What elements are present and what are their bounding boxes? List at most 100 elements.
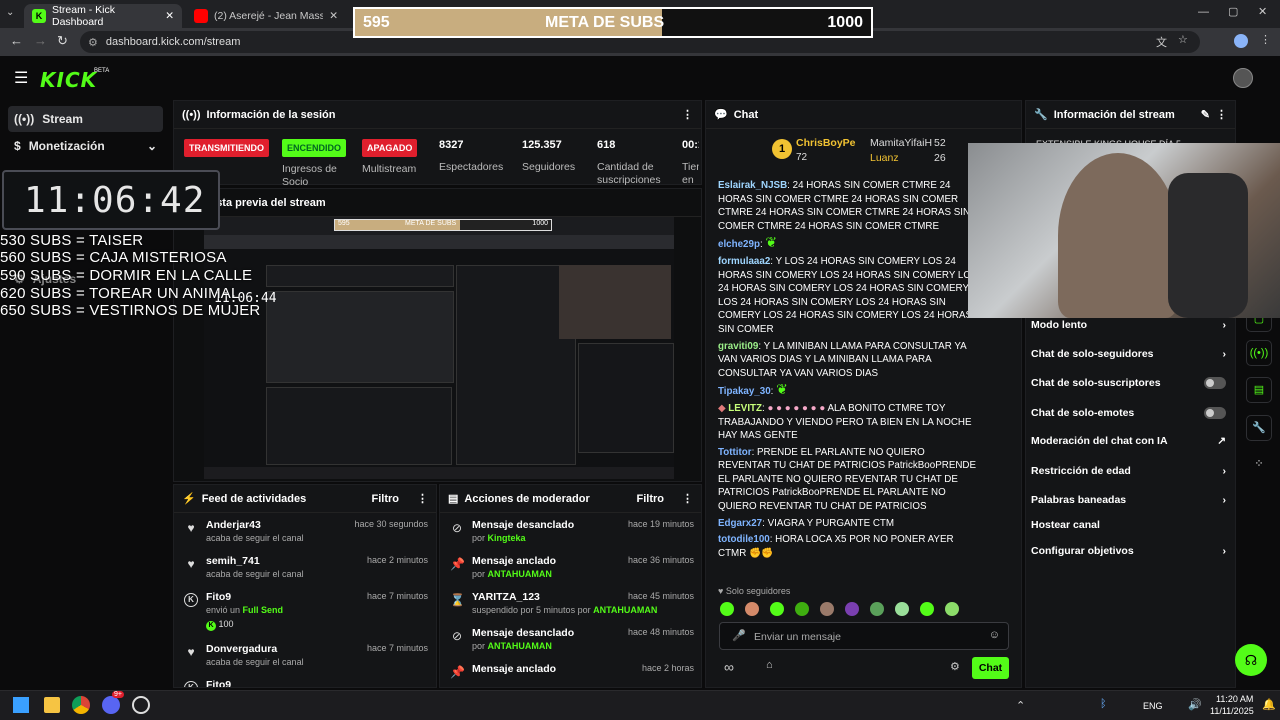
chat-settings-icon[interactable]: ⚙: [950, 660, 960, 673]
list-item: ⊘ Mensaje desanclado por Kingteka hace 1…: [440, 515, 701, 551]
emote-icon[interactable]: [745, 602, 759, 616]
profile-avatar-icon[interactable]: [1234, 34, 1248, 48]
tab-search-icon[interactable]: ⌄: [6, 7, 14, 18]
option-age-restriction[interactable]: Restricción de edad ›: [1031, 461, 1226, 481]
mod-by-prefix: por: [472, 641, 486, 651]
sidebar-item-stream[interactable]: ((•)) Stream: [8, 106, 163, 132]
chat-username[interactable]: formulaaa2: [718, 256, 770, 267]
mod-user[interactable]: ANTAHUAMAN: [593, 605, 657, 615]
maximize-icon[interactable]: ▢: [1228, 5, 1238, 18]
reload-icon[interactable]: ↻: [57, 33, 68, 49]
obs-icon[interactable]: [132, 696, 150, 714]
language-indicator[interactable]: ENG: [1143, 701, 1163, 711]
emote-icon[interactable]: [920, 602, 934, 616]
tab-title: (2) Aserejé - Jean Massey - You: [214, 10, 324, 22]
toolbar-broadcast-button[interactable]: ((•)): [1246, 340, 1272, 366]
tab-close-icon[interactable]: ✕: [329, 10, 338, 22]
emote-icon[interactable]: [770, 602, 784, 616]
hamburger-menu-icon[interactable]: ☰: [14, 68, 28, 88]
store-icon[interactable]: ⌂: [766, 659, 773, 671]
menu-kebab-icon[interactable]: ⋮: [1260, 33, 1271, 46]
more-options-icon[interactable]: ⋮: [1216, 108, 1227, 121]
bookmark-star-icon[interactable]: ☆: [1178, 33, 1188, 46]
toolbar-apps-button[interactable]: ⁘: [1246, 452, 1272, 478]
mod-user[interactable]: ANTAHUAMAN: [488, 569, 552, 579]
chat-input[interactable]: 🎤 Enviar un mensaje ☺: [719, 622, 1009, 650]
volume-icon[interactable]: 🔊: [1188, 698, 1202, 711]
chat-message: formulaaa2: Y LOS 24 HORAS SIN COMERY LO…: [718, 255, 978, 335]
option-configure-goals[interactable]: Configurar objetivos ›: [1031, 541, 1226, 561]
option-banned-words[interactable]: Palabras baneadas ›: [1031, 490, 1226, 510]
mod-user[interactable]: Kingteka: [488, 533, 526, 543]
leader-first-name[interactable]: ChrisBoyPe: [796, 137, 856, 149]
chat-username[interactable]: totodile100: [718, 534, 770, 545]
tab-kick-dashboard[interactable]: K Stream - Kick Dashboard ✕: [24, 4, 182, 28]
site-info-icon[interactable]: ⚙: [88, 36, 98, 49]
rank-one-badge: 1: [772, 139, 792, 159]
feed-user[interactable]: Donvergadura: [206, 643, 277, 655]
file-explorer-icon[interactable]: [44, 697, 60, 713]
clock-date[interactable]: 11/11/2025: [1210, 706, 1254, 716]
chrome-icon[interactable]: [72, 696, 90, 714]
chat-username[interactable]: LEVITZ: [728, 403, 762, 414]
send-chat-button[interactable]: Chat: [972, 657, 1009, 679]
chat-username[interactable]: Eslairak_NJSB: [718, 180, 787, 191]
infinity-icon[interactable]: ∞: [724, 659, 734, 675]
mod-time: hace 19 minutos: [627, 519, 694, 529]
emote-icon[interactable]: [795, 602, 809, 616]
microphone-icon[interactable]: 🎤: [732, 629, 746, 642]
chat-title: Chat: [733, 108, 759, 121]
translate-icon[interactable]: 文: [1156, 34, 1167, 50]
tray-chevron-icon[interactable]: ⌃: [1016, 699, 1025, 712]
support-chat-button[interactable]: ☊: [1235, 644, 1267, 676]
leader-second-name[interactable]: MamitaYifaiH: [870, 137, 932, 149]
bluetooth-icon[interactable]: ᛒ: [1100, 698, 1107, 710]
filter-button[interactable]: Filtro: [372, 493, 400, 505]
chat-username[interactable]: Tipakay_30: [718, 386, 771, 397]
chat-username[interactable]: Tottitor: [718, 447, 752, 458]
windows-start-icon[interactable]: [13, 697, 29, 713]
more-options-icon[interactable]: ⋮: [417, 492, 428, 505]
emote-icon[interactable]: [870, 602, 884, 616]
feed-user[interactable]: semih_741: [206, 555, 260, 567]
feed-user[interactable]: Fito9: [206, 591, 231, 603]
discord-icon[interactable]: [102, 696, 120, 714]
back-icon[interactable]: ←: [10, 33, 23, 48]
sidebar-item-monetizacion[interactable]: $ Monetización ⌄: [8, 133, 163, 159]
forward-icon[interactable]: →: [34, 33, 47, 48]
chat-message: Eslairak_NJSB: 24 HORAS SIN COMER CTMRE …: [718, 180, 971, 232]
tab-close-icon[interactable]: ✕: [165, 10, 174, 22]
more-options-icon[interactable]: ⋮: [682, 492, 693, 505]
tab-youtube[interactable]: (2) Aserejé - Jean Massey - You ✕: [186, 4, 346, 28]
emoji-icon[interactable]: ☺: [989, 629, 1000, 641]
filter-button[interactable]: Filtro: [637, 493, 665, 505]
emote-icon[interactable]: [820, 602, 834, 616]
toolbar-wrench-button[interactable]: 🔧: [1246, 415, 1272, 441]
emote-icon[interactable]: [895, 602, 909, 616]
option-slow-mode[interactable]: Modo lento ›: [1031, 315, 1226, 335]
clock-time[interactable]: 11:20 AM: [1216, 694, 1253, 704]
option-ai-moderation[interactable]: Moderación del chat con IA ↗: [1031, 431, 1226, 451]
kick-logo[interactable]: KICK: [40, 68, 97, 92]
notification-bell-icon[interactable]: 🔔: [1262, 698, 1276, 711]
chat-username[interactable]: elche29p: [718, 239, 760, 250]
chat-username[interactable]: Edgarx27: [718, 518, 762, 529]
edit-icon[interactable]: ✎: [1201, 108, 1210, 121]
chat-username[interactable]: graviti09: [718, 341, 758, 352]
feed-user[interactable]: Anderjar43: [206, 519, 261, 531]
option-host-channel[interactable]: Hostear canal: [1031, 515, 1226, 535]
toolbar-layout-button[interactable]: ▤: [1246, 377, 1272, 403]
feed-user[interactable]: Fito9: [206, 679, 231, 687]
emote-icon[interactable]: [720, 602, 734, 616]
user-avatar[interactable]: [1233, 68, 1253, 88]
emotes-only-toggle[interactable]: [1204, 407, 1226, 419]
leader-third-name[interactable]: Luanz: [870, 152, 899, 164]
subscribers-only-toggle[interactable]: [1204, 377, 1226, 389]
option-followers-only[interactable]: Chat de solo-seguidores ›: [1031, 344, 1226, 364]
close-window-icon[interactable]: ✕: [1258, 5, 1267, 18]
more-options-icon[interactable]: ⋮: [682, 108, 693, 121]
emote-icon[interactable]: [945, 602, 959, 616]
emote-icon[interactable]: [845, 602, 859, 616]
mod-user[interactable]: ANTAHUAMAN: [488, 641, 552, 651]
minimize-icon[interactable]: —: [1198, 6, 1209, 18]
